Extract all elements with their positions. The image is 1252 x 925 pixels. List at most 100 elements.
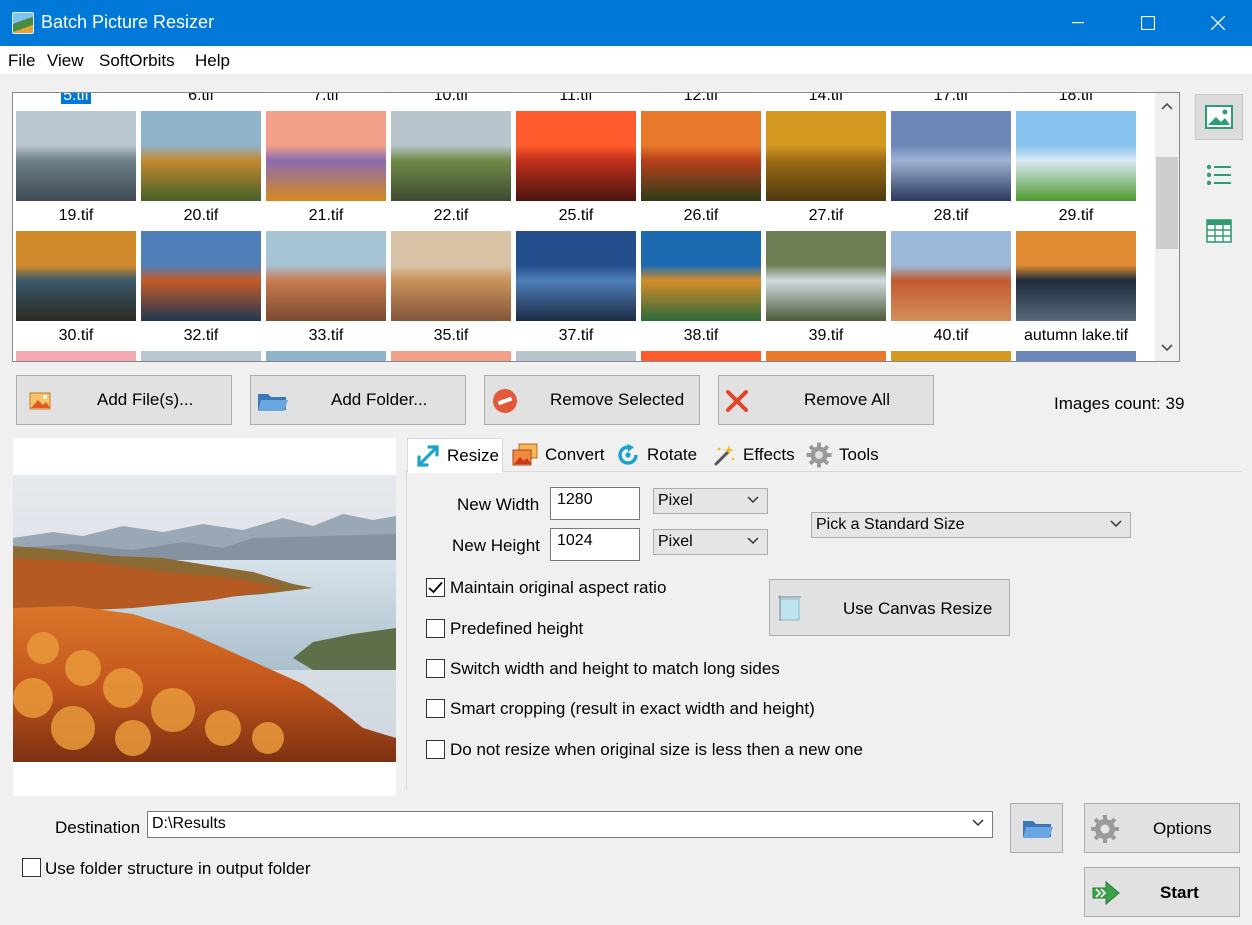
new-width-label: New Width [457,495,540,514]
thumbnail-label: 30.tif [58,327,94,344]
options-button[interactable]: Options [1084,803,1240,853]
canvas-resize-button[interactable]: Use Canvas Resize [769,579,1010,636]
chevron-down-icon [747,496,759,504]
menu-file[interactable]: File [8,51,35,71]
thumbnail-label: 11.tif [559,92,593,104]
new-height-label: New Height [452,536,540,555]
thumbnail-label: 38.tif [683,327,719,344]
thumbnail-label: 25.tif [558,207,594,224]
add-folder-button[interactable]: Add Folder... [250,375,466,425]
start-button[interactable]: Start [1084,867,1240,917]
option-checkbox[interactable] [426,740,445,759]
thumbnail-view-button[interactable] [1195,94,1243,140]
thumbnail-image [141,351,261,361]
add-files-label: Add File(s)... [97,390,194,409]
maximize-icon [1141,16,1155,30]
remove-all-button[interactable]: Remove All [718,375,934,425]
option-label: Predefined height [450,619,584,638]
thumbnail-image [766,351,886,361]
thumbnail-label: autumn lake.tif [1023,327,1129,344]
tab-effects[interactable]: Effects [703,438,797,472]
close-icon [1211,16,1225,30]
minimize-icon [1072,22,1084,24]
thumbnail-image [641,351,761,361]
thumbnail-label: 12.tif [683,92,719,104]
tab-convert[interactable]: Convert [503,438,607,472]
option-checkbox[interactable] [426,578,445,597]
new-height-input[interactable]: 1024 [550,528,640,561]
thumbnail-image [891,231,1011,321]
tab-bar: Resize Convert Rotate Effects Tools [406,438,1242,473]
new-height-unit-value: Pixel [658,533,693,550]
menu-view[interactable]: View [47,51,84,71]
close-button[interactable] [1183,0,1252,46]
thumbnail-label: 22.tif [433,207,469,224]
title-bar: Batch Picture Resizer [0,0,1252,46]
thumbnail-label: 5.tif [13,93,141,105]
menu-bar: File View SoftOrbits Help [0,46,1252,74]
window-title: Batch Picture Resizer [41,12,215,32]
remove-all-label: Remove All [804,390,890,409]
options-label: Options [1153,819,1212,838]
thumbnail-label: 17.tif [933,92,969,104]
thumbnail-image [16,351,136,361]
chevron-down-icon [1110,520,1122,528]
chevron-down-icon [972,819,984,827]
thumbnail-label: 29.tif [1058,207,1094,224]
new-width-unit-select[interactable]: Pixel [653,488,768,514]
image-list[interactable]: 5.tif 6.tif 7.tif 10.tif 11.tif 12.tif 14.tif 1… [12,92,1180,362]
thumbnail-label: 21.tif [308,207,344,224]
thumbnail-image [1016,231,1136,321]
tab-tools[interactable]: Tools [797,438,886,472]
magic-wand-icon [714,445,735,466]
new-width-unit-value: Pixel [658,492,693,509]
folder-icon [258,394,288,411]
folder-structure-label: Use folder structure in output folder [45,859,311,878]
list-view-button[interactable] [1195,152,1243,198]
scroll-down-icon[interactable] [1155,337,1179,359]
minimize-button[interactable] [1043,0,1113,46]
canvas-resize-label: Use Canvas Resize [843,599,993,618]
browse-folder-button[interactable] [1010,803,1063,853]
add-files-button[interactable]: Add File(s)... [16,375,232,425]
maximize-button[interactable] [1113,0,1183,46]
option-label: Maintain original aspect ratio [450,578,667,597]
remove-selected-icon [493,389,517,413]
option-label: Do not resize when original size is less… [450,740,863,759]
rotate-icon [618,444,638,465]
new-width-input[interactable]: 1280 [550,487,640,520]
thumbnail-label: 10.tif [433,92,469,104]
option-checkbox[interactable] [426,619,445,638]
thumbnail-label: 14.tif [808,92,844,104]
image-view-icon [1205,105,1233,129]
scroll-thumb[interactable] [1156,157,1178,249]
thumbnail-image [516,231,636,321]
tab-resize[interactable]: Resize [407,438,503,473]
option-checkbox[interactable] [426,699,445,718]
destination-value: D:\Results [152,815,226,832]
destination-select[interactable]: D:\Results [147,811,993,838]
option-checkbox[interactable] [426,659,445,678]
table-view-button[interactable] [1195,208,1243,254]
vertical-scrollbar[interactable] [1155,93,1179,361]
scroll-up-icon[interactable] [1155,95,1179,117]
thumbnail-label: 20.tif [183,207,219,224]
folder-structure-checkbox[interactable] [22,858,41,877]
standard-size-select[interactable]: Pick a Standard Size [811,512,1131,538]
thumbnail-image [141,231,261,321]
table-view-icon [1206,219,1232,243]
thumbnail-image [1016,351,1136,361]
menu-softorbits[interactable]: SoftOrbits [99,51,175,71]
menu-help[interactable]: Help [195,51,230,71]
remove-selected-button[interactable]: Remove Selected [484,375,700,425]
thumbnail-image [891,351,1011,361]
thumbnail-image [16,231,136,321]
thumbnail-image [266,351,386,361]
tab-resize-label: Resize [447,445,499,465]
thumbnail-label: 26.tif [683,207,719,224]
new-height-unit-select[interactable]: Pixel [653,529,768,555]
destination-label: Destination [55,818,141,837]
tab-rotate[interactable]: Rotate [607,438,703,472]
tab-rotate-label: Rotate [647,445,698,464]
thumbnail-label: 27.tif [808,207,844,224]
